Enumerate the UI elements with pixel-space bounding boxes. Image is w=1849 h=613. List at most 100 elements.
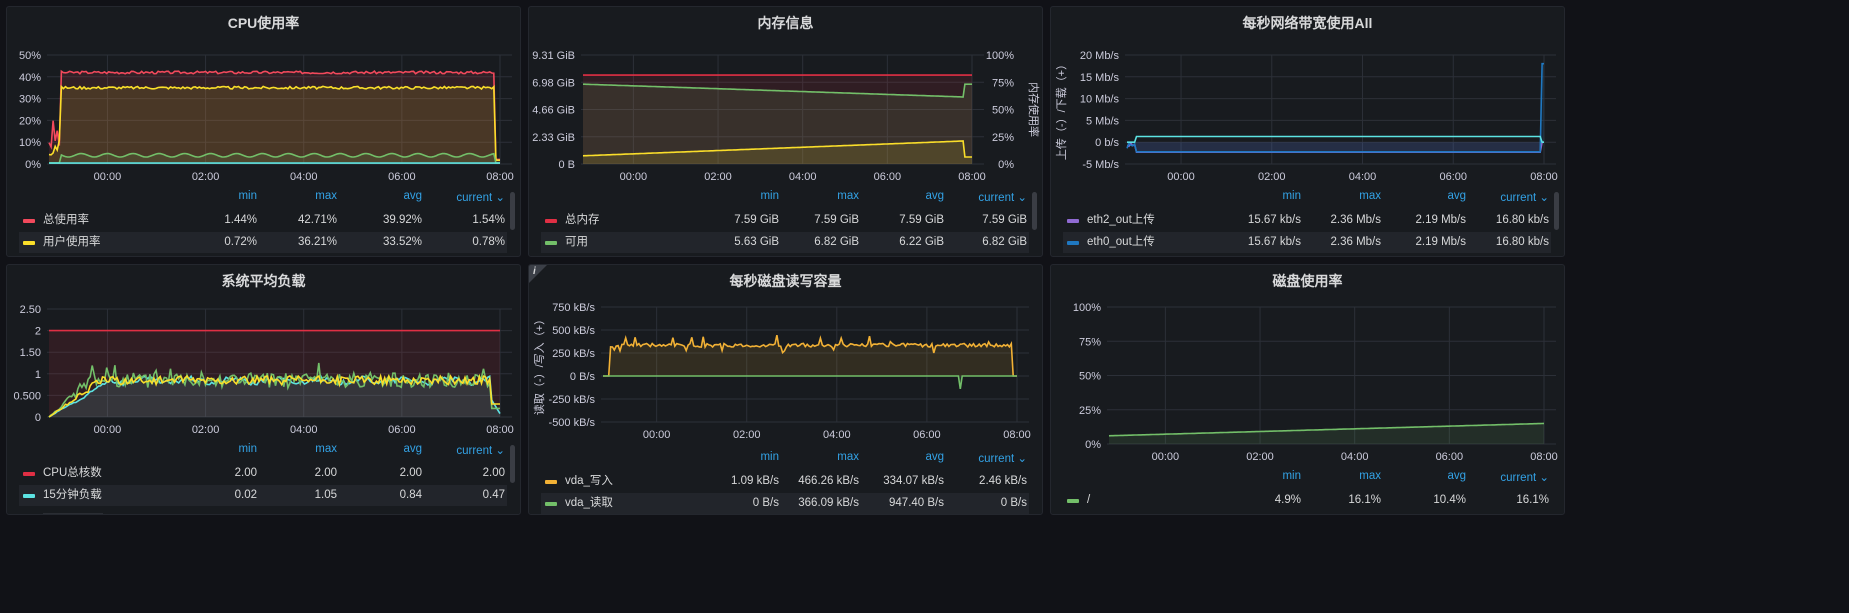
legend-row[interactable]: CPU总核数 2.00 2.00 2.00 2.00 (19, 463, 507, 484)
legend-value-min: 2.00 (234, 467, 257, 479)
y-tick-label: 0% (1085, 439, 1101, 451)
legend-header: min max avg current ⌄ (541, 451, 1029, 469)
legend-col-avg[interactable]: avg (864, 190, 944, 202)
x-tick-label: 02:00 (192, 171, 220, 183)
legend-series-name: 15分钟负载 (43, 489, 102, 501)
legend-value-avg: 947.40 B/s (889, 497, 944, 509)
series-fill (603, 376, 1017, 389)
legend-value-min: 0 B/s (752, 497, 779, 509)
legend-col-max[interactable]: max (779, 451, 859, 463)
y-tick-label: 1 (35, 369, 41, 381)
y-tick-label: 15 Mb/s (1080, 72, 1120, 84)
legend-col-max[interactable]: max (1301, 190, 1381, 202)
legend-col-min[interactable]: min (177, 190, 257, 202)
legend-value-avg: 0.84 (399, 489, 422, 501)
legend-row[interactable]: 总使用率 1.44% 42.71% 39.92% 1.54% (19, 210, 507, 231)
y2-axis-label: 内存使用率 (1027, 82, 1041, 137)
legend-value-avg: 2.19 Mb/s (1415, 236, 1467, 248)
y2-tick-label: 0% (998, 159, 1014, 171)
panel-load[interactable]: 系统平均负载 2.50 2 1.50 1 0.500 0 00:00 02:00 04:00 06:… (6, 264, 521, 515)
legend: min max avg current ⌄ CPU总核数 2.00 2.00 2.00 2.00… (19, 443, 507, 514)
legend-col-min[interactable]: min (1221, 190, 1301, 202)
legend-col-max[interactable]: max (257, 443, 337, 455)
legend-col-avg[interactable]: avg (864, 451, 944, 463)
legend-scrollbar[interactable] (510, 192, 515, 230)
x-tick-label: 06:00 (1439, 171, 1467, 183)
legend-value-avg: 2.19 Mb/s (1415, 214, 1467, 226)
legend-value-current: 7.59 GiB (982, 214, 1027, 226)
legend-row[interactable]: / 4.9% 16.1% 10.4% 16.1% (1063, 490, 1551, 511)
legend-col-current[interactable]: current ⌄ (425, 443, 505, 457)
panel-diskuse[interactable]: 磁盘使用率 100% 75% 50% 25% 0% 00:00 02:00 04:00 06:00… (1050, 264, 1565, 515)
legend-col-current[interactable]: current ⌄ (425, 190, 505, 204)
x-tick-label: 06:00 (388, 424, 416, 436)
x-tick-label: 04:00 (1341, 451, 1369, 463)
legend-header: min max avg current ⌄ (1063, 470, 1551, 488)
series-fill (603, 335, 1017, 376)
legend-row[interactable]: 用户使用率 0.72% 36.21% 33.52% 0.78% (19, 232, 507, 253)
legend-row[interactable]: eth2_out上传 15.67 kb/s 2.36 Mb/s 2.19 Mb/s 16… (1063, 210, 1551, 231)
y-tick-label: 40% (19, 72, 41, 84)
legend-row[interactable]: vda_读取 0 B/s 366.09 kB/s 947.40 B/s 0 B/s (541, 493, 1029, 514)
legend-col-avg[interactable]: avg (342, 190, 422, 202)
legend-col-min[interactable]: min (699, 451, 779, 463)
legend-col-avg[interactable]: avg (1386, 190, 1466, 202)
panel-disk[interactable]: i 每秒磁盘读写容量 750 kB/s 500 kB/s 250 kB/s 0 B/s -2… (528, 264, 1043, 515)
legend-value-max: 2.00 (314, 467, 337, 479)
legend-row[interactable]: 可用 5.63 GiB 6.82 GiB 6.22 GiB 6.82 GiB (541, 232, 1029, 253)
legend-scrollbar[interactable] (1554, 192, 1559, 230)
y2-tick-label: 75% (992, 77, 1014, 89)
legend-row[interactable]: eth0_out上传 15.67 kb/s 2.36 Mb/s 2.19 Mb/s 16… (1063, 232, 1551, 253)
legend-row[interactable]: 总内存 7.59 GiB 7.59 GiB 7.59 GiB 7.59 GiB (541, 210, 1029, 231)
x-tick-label: 08:00 (1003, 429, 1031, 441)
y2-tick-label: 25% (992, 132, 1014, 144)
legend-row[interactable]: 15分钟负载 0.02 1.05 0.84 0.47 (19, 485, 507, 506)
legend-col-avg[interactable]: avg (1386, 470, 1466, 482)
panel-mem[interactable]: 内存信息 9.31 GiB 6.98 GiB 4.66 GiB 2.33 GiB 0 B1… (528, 6, 1043, 257)
y-tick-label: 5 Mb/s (1086, 115, 1120, 127)
x-tick-label: 02:00 (192, 424, 220, 436)
legend-value-current: 16.80 kb/s (1495, 214, 1549, 226)
panel-net[interactable]: 每秒网络带宽使用All 20 Mb/s 15 Mb/s 10 Mb/s 5 Mb/s 0 … (1050, 6, 1565, 257)
legend-col-max[interactable]: max (257, 190, 337, 202)
y-tick-label: 75% (1079, 336, 1101, 348)
x-tick-label: 00:00 (1167, 171, 1195, 183)
legend-row-clipped (43, 513, 103, 514)
legend-col-current[interactable]: current ⌄ (1469, 190, 1549, 204)
legend-col-min[interactable]: min (1221, 470, 1301, 482)
legend-value-avg: 7.59 GiB (899, 214, 944, 226)
y-tick-label: 6.98 GiB (532, 77, 575, 89)
legend-col-current[interactable]: current ⌄ (1469, 470, 1549, 484)
y-tick-label: -500 kB/s (549, 417, 596, 429)
legend-value-current: 16.1% (1516, 494, 1549, 506)
legend-col-current[interactable]: current ⌄ (947, 190, 1027, 204)
legend-header: min max avg current ⌄ (541, 190, 1029, 208)
legend-col-min[interactable]: min (699, 190, 779, 202)
legend-value-min: 1.44% (224, 214, 257, 226)
y-tick-label: 0 B (558, 159, 575, 171)
legend-series-name: 用户使用率 (43, 236, 101, 248)
series-line-1 (603, 375, 1017, 390)
y-tick-label: 2.33 GiB (532, 132, 575, 144)
legend-value-min: 5.63 GiB (734, 236, 779, 248)
legend-value-min: 4.9% (1274, 494, 1301, 506)
legend-scrollbar[interactable] (510, 445, 515, 483)
legend-swatch (545, 480, 557, 484)
legend-col-avg[interactable]: avg (342, 443, 422, 455)
legend-col-max[interactable]: max (779, 190, 859, 202)
y-tick-label: 30% (19, 94, 41, 106)
legend-col-min[interactable]: min (177, 443, 257, 455)
legend-value-max: 2.36 Mb/s (1330, 236, 1382, 248)
x-tick-label: 02:00 (1258, 171, 1286, 183)
legend-value-avg: 334.07 kB/s (883, 475, 944, 487)
panel-cpu[interactable]: CPU使用率 50% 40% 30% 20% 10% 0% 00:00 02:00 04:00 06… (6, 6, 521, 257)
legend-col-max[interactable]: max (1301, 470, 1381, 482)
legend-col-current[interactable]: current ⌄ (947, 451, 1027, 465)
legend-scrollbar[interactable] (1032, 192, 1037, 230)
y-axis-label: 读取（-）/写入（+） (532, 314, 546, 415)
y-tick-label: 50% (19, 50, 41, 62)
legend-row[interactable]: vda_写入 1.09 kB/s 466.26 kB/s 334.07 kB/s 2.4… (541, 471, 1029, 492)
x-tick-label: 04:00 (789, 171, 817, 183)
y-tick-label: 10% (19, 137, 41, 149)
x-tick-label: 00:00 (1152, 451, 1180, 463)
